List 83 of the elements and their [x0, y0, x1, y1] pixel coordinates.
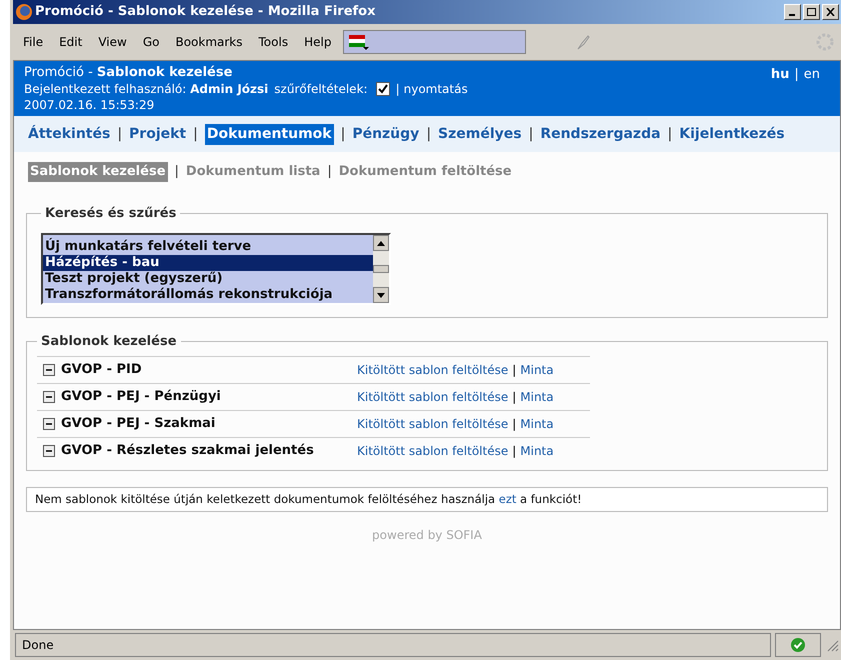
check-circle-icon — [791, 638, 805, 652]
upload-link[interactable]: Kitöltött sablon feltöltése — [357, 360, 508, 378]
logged-in-user: Bejelentkezett felhasználó: Admin Józsi — [24, 81, 268, 97]
separator: | — [193, 124, 198, 144]
template-name: GVOP - PEJ - Pénzügyi — [61, 388, 222, 406]
project-option[interactable]: Házépítés - bau — [43, 255, 373, 271]
resize-grip-icon — [825, 638, 839, 652]
separator: | — [340, 124, 346, 144]
sample-link[interactable]: Minta — [520, 388, 554, 406]
separator: | — [396, 81, 400, 97]
separator: | — [512, 416, 516, 432]
separator: | — [117, 124, 122, 144]
page-title: Promóció - Sablonok kezelése — [24, 65, 234, 81]
template-name: GVOP - Részletes szakmai jelentés — [61, 442, 315, 460]
nav-tab[interactable]: Kijelentkezés — [679, 124, 785, 144]
upload-link[interactable]: Kitöltött sablon feltöltése — [357, 388, 508, 406]
language-link[interactable]: en — [804, 65, 820, 84]
brush-icon — [576, 34, 590, 50]
powered-by-text: powered by SOFIA — [372, 526, 482, 544]
info-note: Nem sablonok kitöltése útján keletkezett dokumentumok felöltéséhez használja ezt a funkciót! — [26, 486, 828, 512]
panel-legend: Sablonok kezelése — [37, 332, 181, 352]
scroll-thumb[interactable] — [373, 265, 389, 273]
upload-link[interactable]: Kitöltött sablon feltöltése — [357, 414, 508, 432]
collapse-toggle[interactable] — [43, 390, 55, 402]
nav-tab[interactable]: Projekt — [129, 124, 186, 144]
project-listbox[interactable]: Új munkatárs felvételi terve Házépítés - bau Teszt projekt (egyszerű) Transzformátorállomás rekonstrukciója — [41, 233, 391, 305]
separator: | — [512, 442, 516, 460]
maximize-button[interactable] — [803, 4, 820, 20]
menu-item[interactable]: Edit — [53, 33, 88, 51]
nav-tab[interactable]: Pénzügy — [352, 124, 420, 144]
sample-link[interactable]: Minta — [520, 360, 554, 378]
nav-tab[interactable]: Rendszergazda — [540, 124, 661, 144]
project-option[interactable]: Transzformátorállomás rekonstrukciója — [43, 287, 373, 303]
sub-nav-tab[interactable]: Dokumentum lista — [186, 162, 320, 182]
sample-link[interactable]: Minta — [520, 442, 554, 460]
print-link[interactable]: nyomtatás — [404, 81, 468, 97]
separator: | — [426, 124, 432, 144]
globe-icon — [15, 3, 33, 21]
menu-item[interactable]: Help — [298, 33, 338, 51]
address-field[interactable] — [343, 30, 526, 54]
sub-nav-tab[interactable]: Sablonok kezelése — [28, 162, 168, 182]
date-time: 2007.02.16. 15:53:29 — [24, 97, 156, 113]
nav-tab[interactable]: Személyes — [438, 124, 522, 144]
project-option[interactable]: Új munkatárs felvételi terve — [43, 239, 373, 255]
collapse-toggle[interactable] — [43, 364, 55, 376]
project-option[interactable]: Teszt projekt (egyszerű) — [43, 271, 373, 287]
check-icon — [378, 84, 388, 94]
filter-label: szűrőfeltételek: — [274, 81, 368, 97]
separator: | — [794, 66, 799, 84]
close-button[interactable] — [822, 4, 839, 20]
menu-item[interactable]: File — [17, 33, 50, 51]
menu-item[interactable]: Go — [136, 33, 166, 51]
function-link[interactable]: ezt — [498, 492, 516, 506]
scroll-down-icon[interactable] — [373, 287, 389, 303]
language-link[interactable]: hu — [770, 65, 790, 84]
separator: | — [528, 124, 534, 144]
separator: | — [512, 388, 516, 406]
sub-nav-tab[interactable]: Dokumentum feltöltése — [338, 162, 512, 182]
collapse-toggle[interactable] — [43, 444, 55, 456]
menu-item[interactable]: View — [92, 33, 133, 51]
scroll-up-icon[interactable] — [373, 235, 389, 251]
flag-icon — [348, 33, 370, 51]
collapse-toggle[interactable] — [43, 418, 55, 430]
separator: | — [174, 163, 179, 181]
template-name: GVOP - PEJ - Szakmai — [61, 414, 216, 433]
close-icon — [826, 8, 835, 16]
menu-item[interactable]: Tools — [252, 33, 294, 51]
separator: | — [327, 163, 332, 181]
separator: | — [668, 124, 672, 144]
window-title: Promóció - Sablonok kezelése - Mozilla Firefox — [35, 3, 376, 22]
minimize-button[interactable] — [784, 4, 801, 20]
template-name: GVOP - PID — [61, 360, 143, 379]
maximize-icon — [807, 8, 816, 16]
separator: | — [512, 362, 516, 378]
throbber-icon — [815, 32, 835, 52]
panel-legend: Keresés és szűrés — [41, 204, 180, 223]
upload-link[interactable]: Kitöltött sablon feltöltése — [357, 442, 508, 460]
nav-tab[interactable]: Dokumentumok — [204, 124, 334, 144]
sample-link[interactable]: Minta — [520, 414, 554, 432]
menu-item[interactable]: Bookmarks — [169, 33, 249, 51]
status-text: Done — [15, 633, 771, 657]
filter-checkbox[interactable] — [376, 82, 390, 96]
nav-tab[interactable]: Áttekintés — [28, 124, 110, 144]
